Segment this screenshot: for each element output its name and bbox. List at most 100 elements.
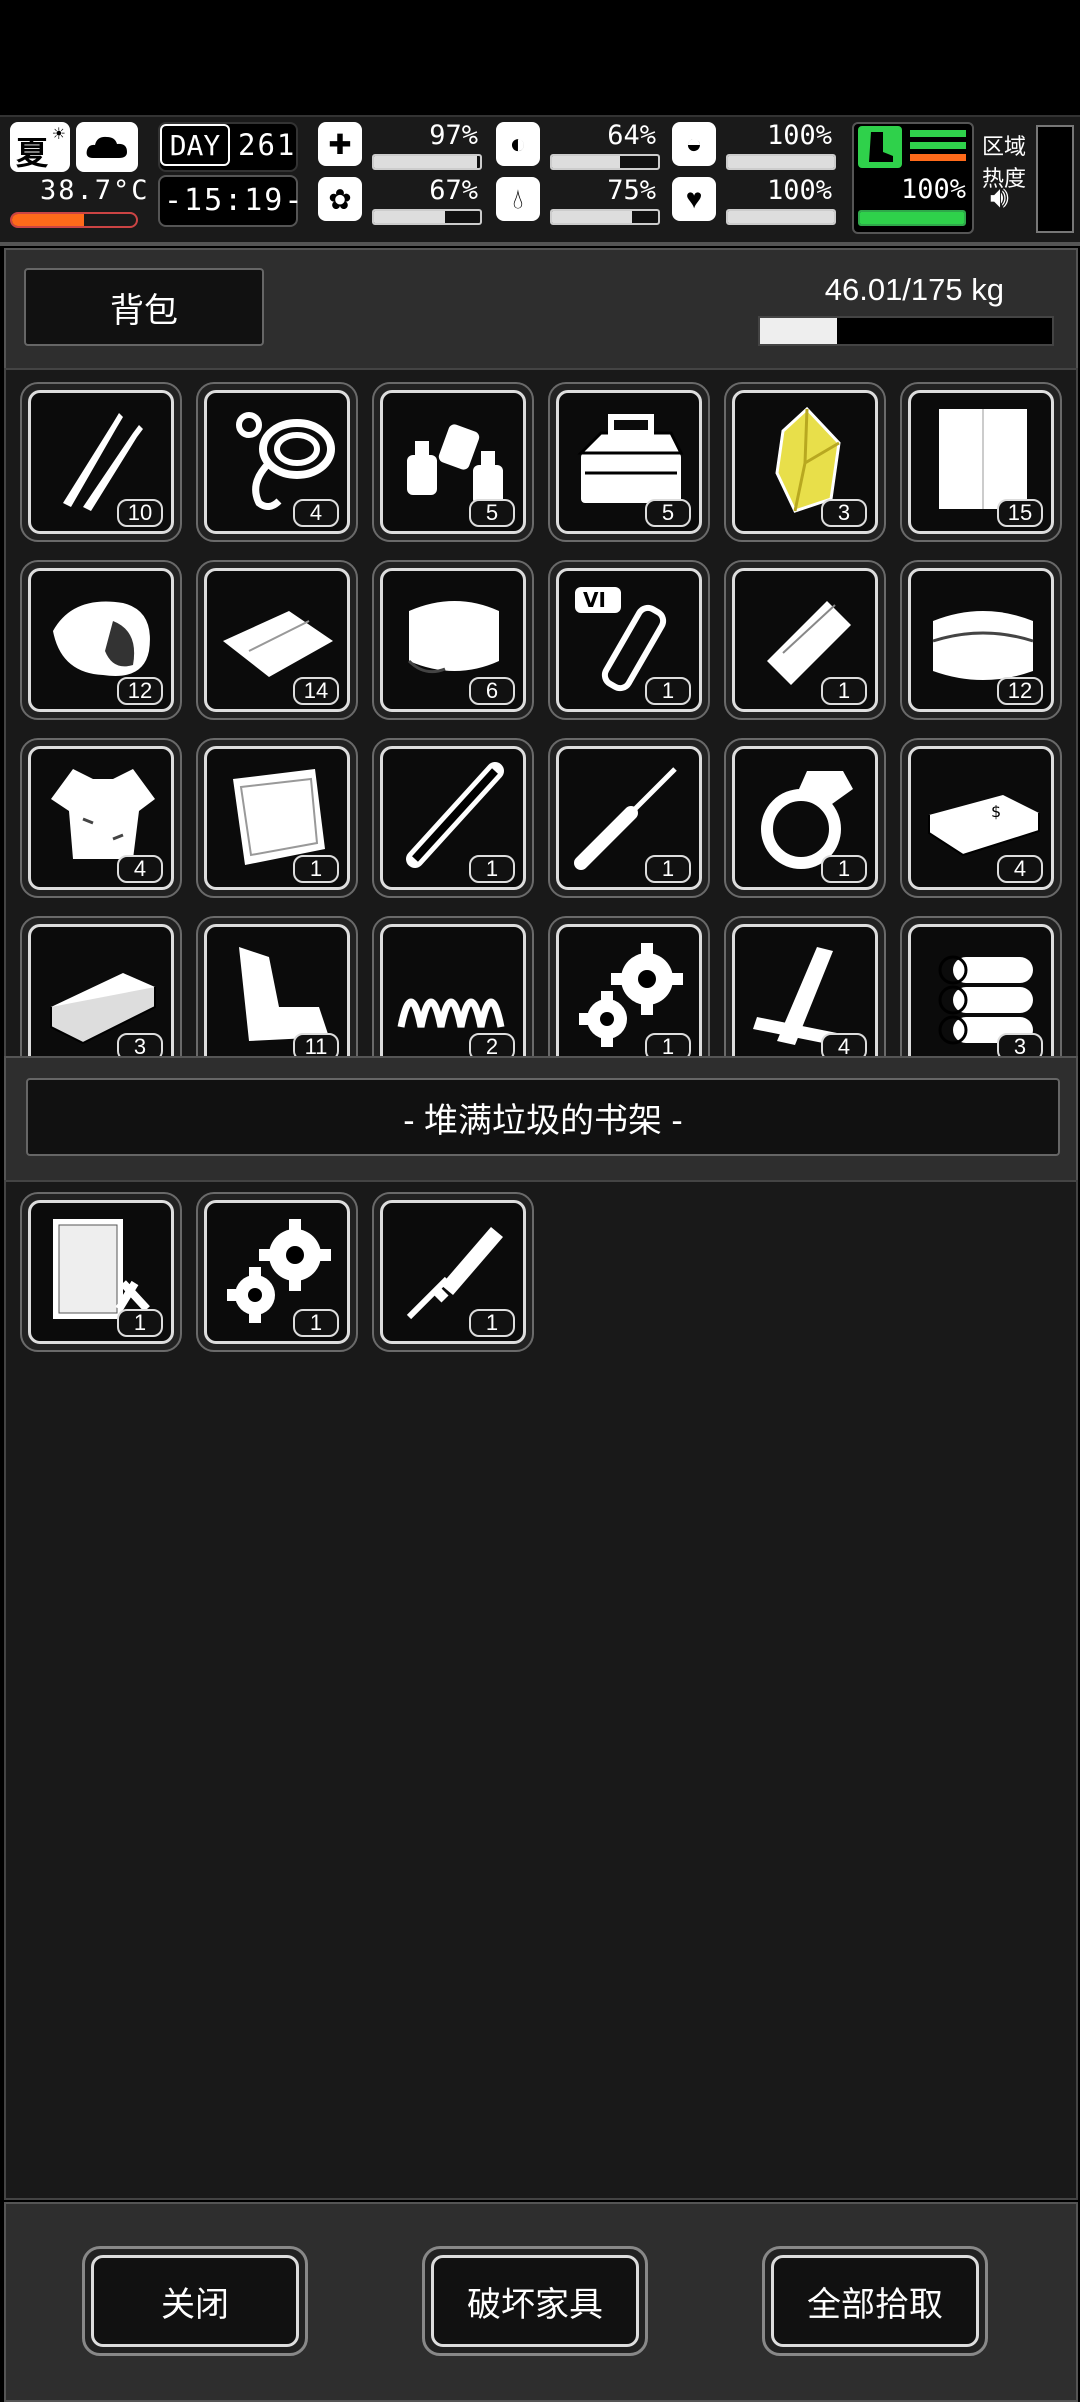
item-count: 15	[997, 499, 1043, 527]
item-count: 3	[997, 1033, 1043, 1056]
container-header: - 堆满垃圾的书架 -	[4, 1056, 1078, 1182]
container-slot-frame: 1	[380, 1200, 526, 1344]
backpack-slot[interactable]: 10	[20, 382, 182, 542]
backpack-slot-frame: 1	[556, 924, 702, 1056]
destroy-furniture-button[interactable]: 破坏家具	[422, 2246, 648, 2356]
item-count: 1	[469, 1309, 515, 1337]
body-temperature: 38.7°C	[40, 175, 150, 206]
backpack-slot[interactable]: 12	[900, 560, 1062, 720]
tier-badge: VI	[583, 588, 606, 612]
item-count: 2	[469, 1033, 515, 1056]
backpack-slot[interactable]: 15	[900, 382, 1062, 542]
brain-icon: ✿	[318, 177, 362, 221]
thirst-bar	[550, 209, 660, 225]
item-count: 12	[117, 677, 163, 705]
day-number: 261	[238, 128, 297, 162]
close-button[interactable]: 关闭	[82, 2246, 308, 2356]
item-count: 6	[469, 677, 515, 705]
backpack-slot-frame: 3	[28, 924, 174, 1056]
backpack-slot[interactable]: 1	[548, 916, 710, 1056]
stamina-value: 100%	[900, 174, 966, 205]
backpack-slot[interactable]: 6	[372, 560, 534, 720]
backpack-slot[interactable]: 4	[20, 738, 182, 898]
season-label: 夏	[16, 135, 49, 171]
container-slot[interactable]: 1	[20, 1192, 182, 1352]
hunger-bar	[550, 154, 660, 170]
action-bar: 关闭 破坏家具 全部拾取	[4, 2202, 1078, 2402]
take-all-button-label: 全部拾取	[807, 2285, 943, 2324]
backpack-slot-frame: VI 1	[556, 568, 702, 712]
backpack-slot-frame: 11	[204, 924, 350, 1056]
heart-value: 100%	[766, 175, 832, 206]
item-count: 11	[293, 1033, 339, 1056]
backpack-slot[interactable]: 4	[196, 382, 358, 542]
item-count: 1	[293, 1309, 339, 1337]
weather-cloud-icon	[76, 122, 138, 172]
backpack-slot[interactable]: 11	[196, 916, 358, 1056]
day-counter: DAY 261	[158, 122, 298, 172]
health-value: 97%	[429, 120, 478, 151]
item-count: 4	[821, 1033, 867, 1056]
container-slot[interactable]: 1	[196, 1192, 358, 1352]
backpack-slot[interactable]: 1	[724, 560, 886, 720]
container-title-label: - 堆满垃圾的书架 -	[403, 1101, 683, 1140]
backpack-slot-frame: 15	[908, 390, 1054, 534]
backpack-slot[interactable]: 3	[900, 916, 1062, 1056]
stamina-stripes-icon	[910, 130, 966, 166]
clock: -15:19-	[158, 175, 302, 227]
item-count: 1	[469, 855, 515, 883]
water-drop-icon: 💧︎	[496, 177, 540, 221]
backpack-slot[interactable]: VI 1	[548, 560, 710, 720]
backpack-slot-frame: 4	[204, 390, 350, 534]
item-count: 1	[645, 677, 691, 705]
thirst-value: 75%	[607, 175, 656, 206]
backpack-slot-frame: 2	[380, 924, 526, 1056]
item-count: 4	[293, 499, 339, 527]
sun-icon: ☀	[51, 126, 66, 143]
medkit-icon: ✚	[318, 122, 362, 166]
backpack-slot[interactable]: 1	[724, 738, 886, 898]
backpack-slot[interactable]: 3	[20, 916, 182, 1056]
backpack-slot[interactable]: 1	[548, 738, 710, 898]
season-badge: 夏 ☀	[10, 122, 70, 172]
container-slot[interactable]: 1	[372, 1192, 534, 1352]
backpack-slot-frame: 6	[380, 568, 526, 712]
item-count: 3	[821, 499, 867, 527]
stamina-panel: 100%	[852, 122, 974, 234]
backpack-slot[interactable]: 14	[196, 560, 358, 720]
backpack-slot[interactable]: 3	[724, 382, 886, 542]
item-count: 3	[117, 1033, 163, 1056]
item-count: 1	[293, 855, 339, 883]
backpack-slot-frame: 10	[28, 390, 174, 534]
backpack-slot-frame: 4	[28, 746, 174, 890]
backpack-slot-frame: 14	[204, 568, 350, 712]
clock-time: -15:19-	[164, 183, 305, 218]
backpack-slot[interactable]: 1	[372, 738, 534, 898]
health-bar	[372, 154, 482, 170]
item-count: 1	[117, 1309, 163, 1337]
close-button-label: 关闭	[161, 2285, 229, 2324]
item-count: 4	[117, 855, 163, 883]
backpack-slot[interactable]: 2	[372, 916, 534, 1056]
temperature-bar	[10, 212, 138, 228]
day-label: DAY	[160, 124, 230, 166]
item-count: 5	[645, 499, 691, 527]
backpack-slot[interactable]: 12	[20, 560, 182, 720]
backpack-grid: 10 4 5 5 3 15 12 14 6 VI 1 1 12 4 1 1 1 1 $4 3 11 2 1 4 3	[4, 368, 1078, 1058]
item-count: 4	[997, 855, 1043, 883]
backpack-slot-frame: 1	[380, 746, 526, 890]
heart-icon: ♥	[672, 177, 716, 221]
speaker-icon[interactable]: 🔊︎	[990, 181, 1009, 215]
container-title: - 堆满垃圾的书架 -	[26, 1078, 1060, 1156]
backpack-slot[interactable]: 5	[548, 382, 710, 542]
backpack-slot-frame: $4	[908, 746, 1054, 890]
backpack-slot[interactable]: 1	[196, 738, 358, 898]
backpack-slot-frame: 5	[380, 390, 526, 534]
backpack-slot[interactable]: $4	[900, 738, 1062, 898]
take-all-button[interactable]: 全部拾取	[762, 2246, 988, 2356]
heart-bar	[726, 209, 836, 225]
backpack-slot[interactable]: 5	[372, 382, 534, 542]
item-count: 14	[293, 677, 339, 705]
backpack-slot-frame: 1	[732, 746, 878, 890]
backpack-slot[interactable]: 4	[724, 916, 886, 1056]
